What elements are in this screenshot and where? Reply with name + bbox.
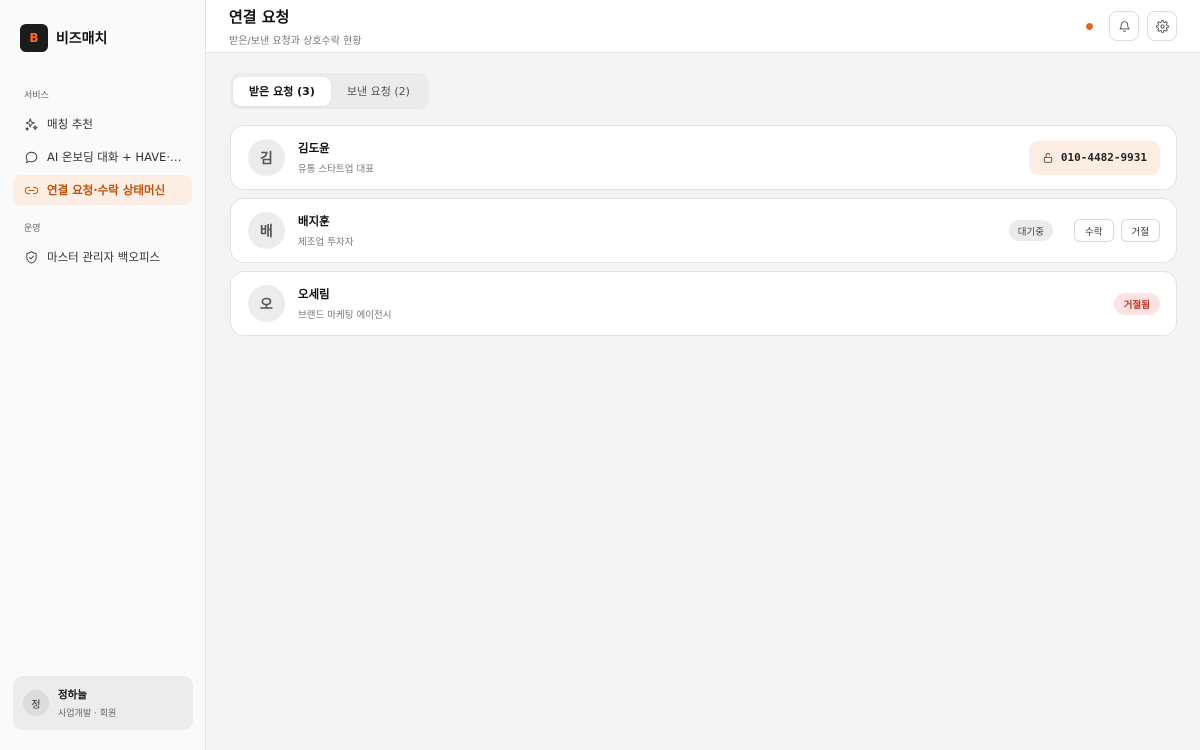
avatar: 오 xyxy=(248,285,285,322)
sidebar: B 비즈매치 서비스 매칭 추천 AI 온보딩 대화 + HAVE·W... 연… xyxy=(0,0,206,750)
request-card: 김 김도윤 유통 스타트업 대표 010-4482-9931 xyxy=(230,125,1177,190)
notifications-button[interactable] xyxy=(1109,11,1139,41)
status-dot xyxy=(1086,22,1093,30)
phone-number-chip[interactable]: 010-4482-9931 xyxy=(1028,140,1160,175)
sidebar-item-matching[interactable]: 매칭 추천 xyxy=(13,109,192,139)
brand[interactable]: B 비즈매치 xyxy=(0,0,205,52)
sidebar-item-label: 연결 요청·수락 상태머신 xyxy=(47,183,166,197)
page-subtitle: 받은/보낸 요청과 상호수락 현황 xyxy=(229,35,362,47)
sidebar-item-connection-requests[interactable]: 연결 요청·수락 상태머신 xyxy=(13,175,192,205)
accept-button[interactable]: 수락 xyxy=(1074,219,1114,242)
top-actions xyxy=(1086,11,1177,41)
link-icon xyxy=(23,182,39,198)
request-card-info: 배 배지훈 제조업 투자자 xyxy=(248,212,353,249)
reject-button[interactable]: 거절 xyxy=(1120,219,1160,242)
requester-description: 유통 스타트업 대표 xyxy=(298,164,374,175)
main-area: 연결 요청 받은/보낸 요청과 상호수락 현황 받은 요청 (3) 보낸 요청 … xyxy=(206,0,1200,750)
bell-icon xyxy=(1118,20,1130,32)
avatar: 김 xyxy=(248,139,285,176)
status-badge-pending: 대기중 xyxy=(1008,220,1054,241)
sidebar-item-label: 마스터 관리자 백오피스 xyxy=(47,250,161,264)
app-root: B 비즈매치 서비스 매칭 추천 AI 온보딩 대화 + HAVE·W... 연… xyxy=(0,0,1200,750)
sidebar-item-ai-onboarding[interactable]: AI 온보딩 대화 + HAVE·W... xyxy=(13,142,192,172)
sidebar-nav-operations: 마스터 관리자 백오피스 xyxy=(0,242,205,272)
chat-bubble-icon xyxy=(23,149,39,165)
request-card-actions: 대기중 수락 거절 xyxy=(1008,219,1160,242)
shield-check-icon xyxy=(23,249,39,265)
gear-icon xyxy=(1155,19,1169,33)
request-card-info: 김 김도윤 유통 스타트업 대표 xyxy=(248,139,374,176)
brand-logo: B xyxy=(20,23,48,52)
card-info: 배지훈 제조업 투자자 xyxy=(298,213,353,248)
card-info: 김도윤 유통 스타트업 대표 xyxy=(298,140,374,175)
unlock-icon xyxy=(1043,152,1053,163)
request-list: 김 김도윤 유통 스타트업 대표 010-4482-9931 배 배지훈 제조업… xyxy=(230,125,1177,336)
status-badge-rejected: 거절됨 xyxy=(1113,292,1160,315)
sidebar-section-label-service: 서비스 xyxy=(24,91,49,101)
sidebar-nav-service: 매칭 추천 AI 온보딩 대화 + HAVE·W... 연결 요청·수락 상태머… xyxy=(0,109,205,205)
request-card: 오 오세림 브랜드 마케팅 에이전시 거절됨 xyxy=(230,271,1177,336)
requester-name: 오세림 xyxy=(298,287,330,301)
top-bar: 연결 요청 받은/보낸 요청과 상호수락 현황 xyxy=(206,0,1200,53)
settings-button[interactable] xyxy=(1147,11,1177,41)
sidebar-item-master-admin[interactable]: 마스터 관리자 백오피스 xyxy=(13,242,192,272)
request-card: 배 배지훈 제조업 투자자 대기중 수락 거절 xyxy=(230,198,1177,263)
card-info: 오세림 브랜드 마케팅 에이전시 xyxy=(298,286,391,321)
request-card-info: 오 오세림 브랜드 마케팅 에이전시 xyxy=(248,285,391,322)
requester-description: 브랜드 마케팅 에이전시 xyxy=(298,310,392,321)
page-title: 연결 요청 xyxy=(229,7,290,26)
user-profile-card[interactable]: 정 정하늘 사업개발 · 회원 xyxy=(13,676,193,730)
sidebar-item-label: AI 온보딩 대화 + HAVE·W... xyxy=(47,150,182,164)
request-card-actions: 010-4482-9931 xyxy=(1028,140,1160,175)
sidebar-section-label-operations: 운영 xyxy=(24,224,41,234)
user-name: 정하늘 xyxy=(58,689,87,701)
sparkles-icon xyxy=(23,116,39,132)
brand-name: 비즈매치 xyxy=(56,30,108,47)
title-block: 연결 요청 받은/보낸 요청과 상호수락 현황 xyxy=(229,6,362,47)
user-info: 정하늘 사업개발 · 회원 xyxy=(58,687,116,719)
tab-sent[interactable]: 보낸 요청 (2) xyxy=(331,77,426,106)
tab-received[interactable]: 받은 요청 (3) xyxy=(233,76,331,106)
requester-name: 배지훈 xyxy=(298,214,330,228)
avatar: 배 xyxy=(248,212,285,249)
requester-description: 제조업 투자자 xyxy=(298,237,354,248)
content: 받은 요청 (3) 보낸 요청 (2) 김 김도윤 유통 스타트업 대표 010… xyxy=(206,53,1200,344)
request-tabs: 받은 요청 (3) 보낸 요청 (2) xyxy=(230,73,429,109)
requester-name: 김도윤 xyxy=(298,141,330,155)
phone-number: 010-4482-9931 xyxy=(1060,151,1147,164)
request-card-actions: 거절됨 xyxy=(1113,292,1160,315)
user-role: 사업개발 · 회원 xyxy=(58,709,117,719)
avatar: 정 xyxy=(23,690,49,716)
sidebar-item-label: 매칭 추천 xyxy=(47,117,93,131)
